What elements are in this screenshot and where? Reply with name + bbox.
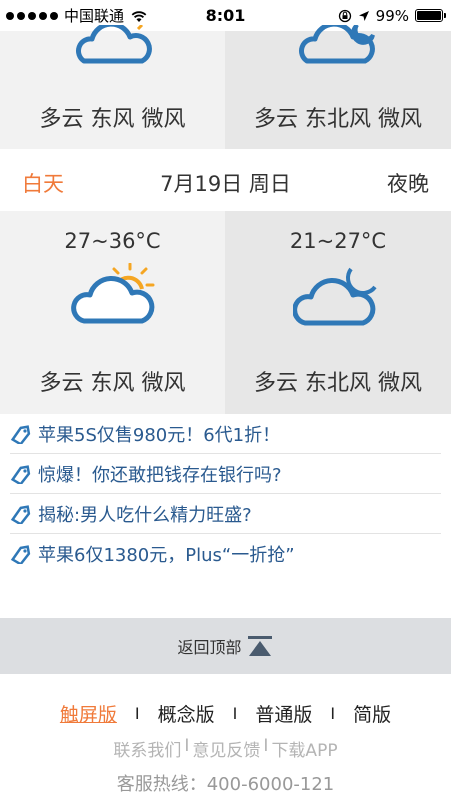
version-concept-link[interactable]: 概念版: [154, 700, 219, 727]
feedback-link[interactable]: 意见反馈: [192, 736, 260, 761]
news-item[interactable]: 揭秘:男人吃什么精力旺盛?: [10, 494, 441, 534]
back-to-top-button[interactable]: 返回顶部: [0, 618, 451, 674]
date-bar: 白天 7月19日 周日 夜晚: [0, 149, 451, 211]
orientation-lock-icon: [338, 9, 351, 22]
contact-us-link[interactable]: 联系我们: [113, 736, 181, 761]
separator: I: [263, 736, 269, 756]
news-item[interactable]: 惊爆！你还敢把钱存在银行吗?: [10, 454, 441, 494]
tag-icon: [10, 545, 31, 564]
download-app-link[interactable]: 下载APP: [271, 736, 337, 761]
status-bar: 中国联通 8:01 99%: [0, 0, 451, 31]
forecast-night-cell: 21~27°C 多云 东北风 微风: [225, 211, 451, 414]
back-to-top-label: 返回顶部: [177, 638, 242, 657]
partly-cloudy-day-icon: [71, 263, 155, 324]
version-switcher: 触屏版 I 概念版 I 普通版 I 简版: [0, 700, 451, 727]
weather-description: 多云 东风 微风: [39, 371, 186, 396]
news-title: 苹果6仅1380元，Plus“一折抢”: [38, 545, 295, 566]
tag-icon: [10, 464, 31, 484]
separator: I: [232, 704, 238, 723]
weather-description: 多云 东北风 微风: [254, 371, 422, 396]
location-arrow-icon: [358, 10, 369, 21]
footer: 触屏版 I 概念版 I 普通版 I 简版 联系我们 I 意见反馈 I 下载APP…: [0, 674, 451, 800]
version-touch-link[interactable]: 触屏版: [56, 700, 121, 727]
forecast-day-cell: 多云 东风 微风: [0, 25, 225, 149]
night-temperature: 21~27°C: [289, 229, 387, 253]
footer-links: 联系我们 I 意见反馈 I 下载APP: [0, 736, 451, 761]
tag-icon: [10, 424, 31, 444]
service-hotline: 客服热线：400-6000-121: [116, 774, 335, 795]
up-arrow-icon: [247, 636, 272, 656]
day-temperature: 27~36°C: [64, 229, 161, 253]
battery-percent: 99%: [375, 6, 409, 25]
tab-night[interactable]: 夜晚: [387, 168, 429, 198]
cloudy-day-icon: [76, 25, 152, 64]
forecast-row: 27~36°C 多云 东风 微风 21~27°C 多云 东北风 微风: [0, 211, 451, 414]
forecast-date: 7月19日 周日: [160, 172, 291, 196]
news-item[interactable]: 苹果6仅1380元，Plus“一折抢”: [10, 534, 441, 574]
forecast-night-cell: 多云 东北风 微风: [225, 25, 451, 149]
news-list: 苹果5S仅售980元！6代1折！ 惊爆！你还敢把钱存在银行吗? 揭秘:男人吃什么…: [0, 414, 451, 574]
signal-strength-icon: [6, 11, 58, 20]
separator: I: [330, 704, 336, 723]
version-standard-link[interactable]: 普通版: [251, 700, 316, 727]
wifi-icon: [131, 10, 147, 22]
cloudy-night-icon: [299, 25, 375, 64]
version-simple-link[interactable]: 简版: [349, 700, 395, 727]
weather-description: 多云 东北风 微风: [254, 107, 422, 132]
news-title: 揭秘:男人吃什么精力旺盛?: [38, 504, 252, 526]
news-title: 惊爆！你还敢把钱存在银行吗?: [38, 464, 282, 486]
news-title: 苹果5S仅售980元！6代1折！: [38, 424, 281, 446]
partly-cloudy-night-icon: [293, 267, 377, 326]
separator: I: [184, 736, 190, 756]
carrier-name: 中国联通: [64, 7, 125, 25]
weather-description: 多云 东风 微风: [39, 107, 186, 132]
separator: I: [134, 704, 140, 723]
battery-icon: [415, 9, 446, 22]
forecast-row-previous: 多云 东风 微风 多云 东北风 微风: [0, 25, 451, 149]
tag-icon: [10, 504, 31, 524]
forecast-day-cell: 27~36°C 多云 东风 微风: [0, 211, 225, 414]
news-item[interactable]: 苹果5S仅售980元！6代1折！: [10, 414, 441, 454]
